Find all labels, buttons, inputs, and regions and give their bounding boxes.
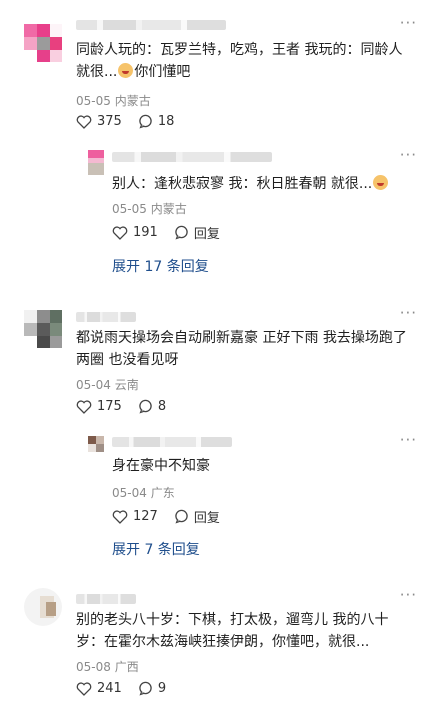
comment-actions: 375 18 [76, 114, 190, 129]
username-redacted[interactable] [76, 20, 226, 30]
comment-actions: 175 8 [76, 399, 182, 414]
comment-button[interactable]: 18 [138, 114, 175, 129]
reply-date: 05-05 [112, 202, 147, 216]
reply-date: 05-04 [112, 486, 147, 500]
reply-label: 回复 [193, 511, 220, 526]
more-dots-icon[interactable]: ··· [400, 586, 417, 604]
speech-bubble-icon [175, 225, 188, 240]
reply-avatar-mosaic [88, 163, 104, 175]
heart-outline-icon [76, 399, 92, 414]
comment-date: 05-08 [76, 660, 111, 674]
comment-text: 都说雨天操场会自动刷新嘉豪 正好下雨 我去操场跑了 两圈 也没看见呀 [76, 330, 407, 368]
username-redacted[interactable] [76, 312, 136, 322]
heart-outline-icon [76, 114, 92, 129]
speech-bubble-icon [139, 681, 152, 696]
more-dots-icon[interactable]: ··· [400, 14, 417, 32]
avatar[interactable] [24, 310, 62, 348]
like-count: 241 [97, 681, 122, 696]
comment-count: 18 [157, 114, 175, 129]
heart-outline-icon [112, 509, 128, 524]
more-dots-icon[interactable]: ··· [400, 146, 417, 164]
like-button[interactable]: 241 [76, 681, 122, 696]
speech-bubble-icon [139, 114, 152, 129]
reply-username-redacted[interactable] [112, 152, 272, 162]
like-button[interactable]: 127 [112, 509, 158, 524]
comment-text: 同龄人玩的：瓦罗兰特，吃鸡，王者 我玩的：同龄人 就很... 你们懂吧 [76, 42, 403, 80]
reply-text: 别人：逢秋悲寂寥 我：秋日胜春朝 就很... [112, 173, 389, 195]
reply-username-redacted[interactable] [112, 437, 232, 447]
avatar[interactable] [24, 24, 62, 62]
expand-replies-link[interactable]: 展开 17 条回复 [112, 256, 209, 276]
speech-bubble-icon [139, 399, 152, 414]
comment-meta: 05-04 云南 [76, 376, 139, 393]
comment-meta: 05-05 内蒙古 [76, 92, 151, 109]
reply-text: 身在豪中不知豪 [112, 458, 210, 474]
reply-actions: 191 回复 [112, 223, 236, 242]
like-button[interactable]: 375 [76, 114, 122, 129]
heart-outline-icon [76, 681, 92, 696]
reply-meta: 05-04 广东 [112, 484, 175, 501]
comment-actions: 241 9 [76, 681, 182, 696]
comment-text: 别的老头八十岁：下棋，打太极，遛弯儿 我的八十 岁：在霍尔木兹海峡狂揍伊朗，你懂… [76, 612, 389, 650]
reply-button[interactable]: 回复 [174, 507, 220, 526]
crying-laughing-emoji-icon [373, 175, 389, 190]
comment-count: 8 [157, 399, 167, 414]
reply-actions: 127 回复 [112, 507, 236, 526]
reply-button[interactable]: 回复 [174, 223, 220, 242]
more-dots-icon[interactable]: ··· [400, 304, 417, 322]
like-button[interactable]: 191 [112, 225, 158, 240]
username-redacted[interactable] [76, 594, 136, 604]
speech-bubble-icon [175, 509, 188, 524]
reply-location: 广东 [150, 486, 175, 500]
reply-label: 回复 [193, 227, 220, 242]
comment-meta: 05-08 广西 [76, 658, 139, 675]
expand-replies-link[interactable]: 展开 7 条回复 [112, 539, 200, 559]
comment-button[interactable]: 9 [138, 681, 166, 696]
comment-button[interactable]: 8 [138, 399, 166, 414]
reply-location: 内蒙古 [150, 202, 187, 216]
like-count: 375 [97, 114, 122, 129]
avatar[interactable] [24, 588, 62, 626]
like-button[interactable]: 175 [76, 399, 122, 414]
heart-outline-icon [112, 225, 128, 240]
comment-location: 广西 [114, 660, 139, 674]
like-count: 127 [133, 509, 158, 524]
like-count: 175 [97, 399, 122, 414]
reply-meta: 05-05 内蒙古 [112, 200, 187, 217]
comment-count: 9 [157, 681, 167, 696]
comment-location: 内蒙古 [114, 94, 151, 108]
comment-location: 云南 [114, 378, 139, 392]
crying-laughing-emoji-icon [118, 63, 134, 78]
reply-avatar[interactable] [88, 436, 104, 452]
comment-date: 05-05 [76, 94, 111, 108]
more-dots-icon[interactable]: ··· [400, 431, 417, 449]
like-count: 191 [133, 225, 158, 240]
comment-date: 05-04 [76, 378, 111, 392]
